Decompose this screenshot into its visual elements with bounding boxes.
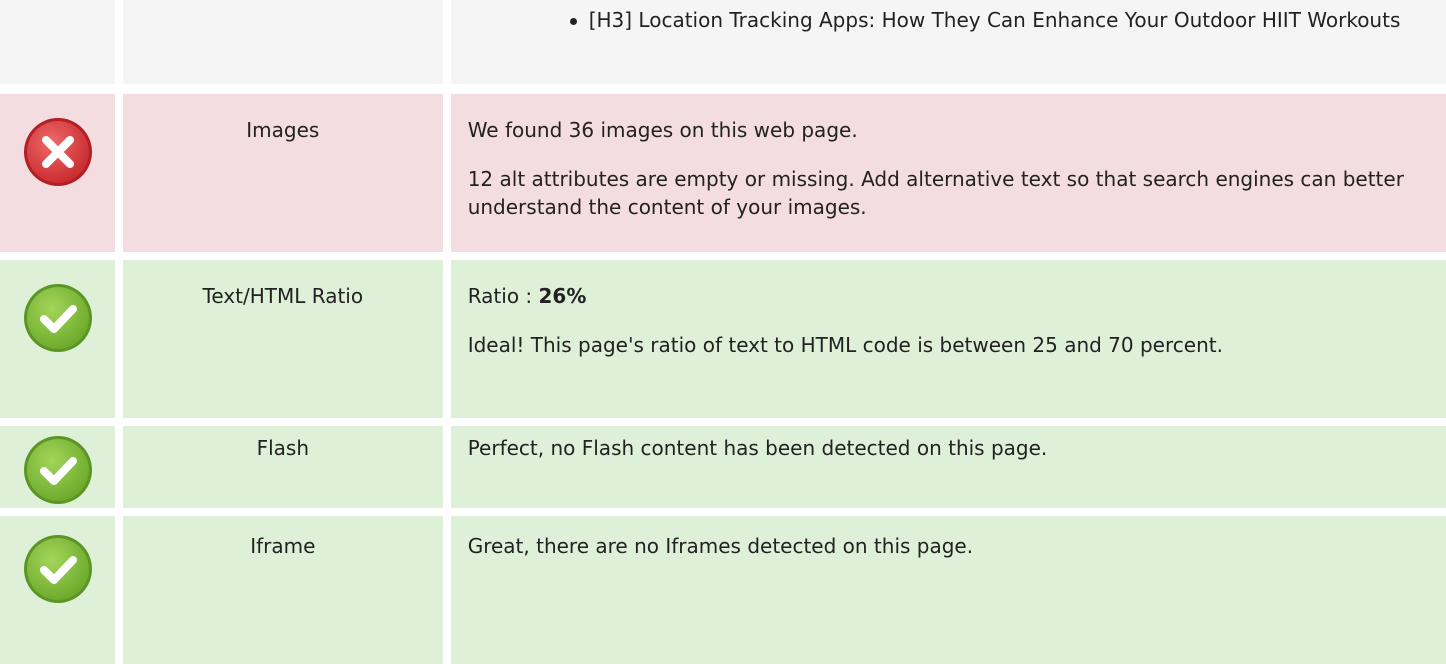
iframe-summary-text: Great, there are no Iframes detected on …	[467, 534, 974, 558]
images-label-cell: Images	[122, 94, 443, 252]
ratio-value-line: Ratio : 26%	[468, 260, 1446, 310]
row-label-text-html-ratio: Text/HTML Ratio	[202, 284, 364, 308]
ratio-desc-cell: Ratio : 26% Ideal! This page's ratio of …	[450, 260, 1446, 418]
flash-desc-cell: Perfect, no Flash content has been detec…	[450, 426, 1446, 508]
images-summary-text: We found 36 images on this web page.	[467, 118, 858, 142]
headings-label-cell	[122, 0, 443, 84]
row-label-iframe: Iframe	[250, 534, 316, 558]
iframe-icon-cell	[0, 516, 115, 664]
text-html-ratio-row: Text/HTML Ratio Ratio : 26% Ideal! This …	[0, 260, 1446, 418]
ratio-advice-text: Ideal! This page's ratio of text to HTML…	[467, 333, 1223, 357]
check-icon	[24, 436, 92, 504]
row-label-flash: Flash	[256, 436, 310, 460]
flash-label-cell: Flash	[122, 426, 443, 508]
error-x-icon	[24, 118, 92, 186]
iframe-desc-cell: Great, there are no Iframes detected on …	[450, 516, 1446, 664]
ratio-icon-cell	[0, 260, 115, 418]
images-row: Images We found 36 images on this web pa…	[0, 94, 1446, 252]
ratio-label-cell: Text/HTML Ratio	[122, 260, 443, 418]
flash-summary-text: Perfect, no Flash content has been detec…	[467, 436, 1048, 460]
check-icon	[24, 284, 92, 352]
row-label-images: Images	[246, 118, 320, 142]
images-icon-cell	[0, 94, 115, 252]
iframe-row: Iframe Great, there are no Iframes detec…	[0, 516, 1446, 664]
images-advice-text: 12 alt attributes are empty or missing. …	[467, 167, 1404, 219]
images-desc-cell: We found 36 images on this web page. 12 …	[450, 94, 1446, 252]
ratio-value: 26%	[538, 284, 587, 308]
headings-row: [H3] Location Tracking Apps: How They Ca…	[0, 0, 1446, 84]
flash-row: Flash Perfect, no Flash content has been…	[0, 426, 1446, 508]
seo-report-table: [H3] Location Tracking Apps: How They Ca…	[0, 0, 1446, 664]
flash-icon-cell	[0, 426, 115, 508]
check-icon	[24, 535, 92, 603]
ratio-prefix: Ratio :	[467, 284, 539, 308]
heading-list-item: [H3] Location Tracking Apps: How They Ca…	[568, 6, 1446, 35]
iframe-label-cell: Iframe	[122, 516, 443, 664]
headings-icon-cell	[0, 0, 115, 84]
headings-list: [H3] Location Tracking Apps: How They Ca…	[451, 0, 1446, 35]
headings-desc-cell: [H3] Location Tracking Apps: How They Ca…	[450, 0, 1446, 84]
